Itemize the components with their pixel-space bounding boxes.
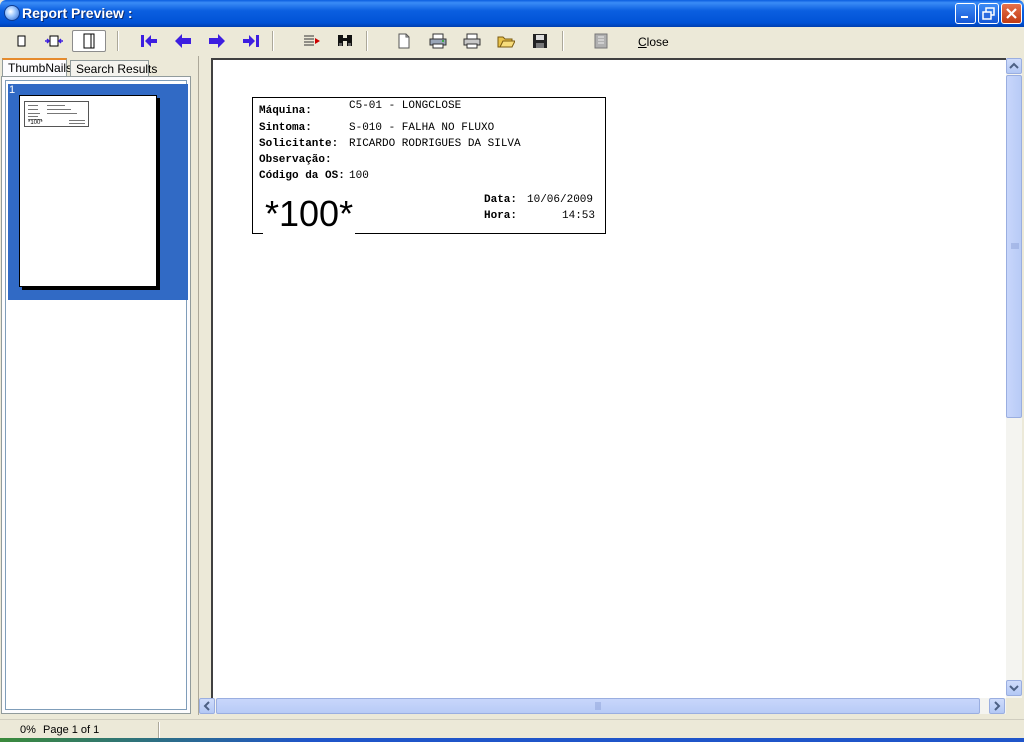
- label-maquina: Máquina:: [259, 105, 312, 117]
- printer-setup-button[interactable]: [427, 30, 449, 52]
- report-preview-window: Report Preview : Close ThumbNails Search…: [0, 0, 1024, 742]
- value-solicitante: RICARDO RODRIGUES DA SILVA: [349, 138, 521, 150]
- status-progress: 0%: [20, 724, 36, 736]
- app-icon: [4, 5, 20, 21]
- find-button[interactable]: [334, 30, 356, 52]
- scroll-left-button[interactable]: [199, 698, 215, 714]
- close-label-accel: C: [638, 35, 647, 49]
- restore-icon: [982, 7, 995, 20]
- label-codigo: Código da OS:: [259, 170, 345, 182]
- value-data: 10/06/2009: [527, 194, 594, 206]
- go-to-page-icon: [304, 35, 320, 46]
- save-icon: [533, 34, 547, 48]
- full-page-button[interactable]: [72, 30, 106, 52]
- print-button[interactable]: [461, 30, 483, 52]
- horizontal-scroll-thumb[interactable]: [216, 698, 980, 714]
- two-page-button[interactable]: [43, 30, 65, 52]
- tab-thumbnails[interactable]: ThumbNails: [2, 58, 72, 77]
- report-box: Máquina: C5-01 - LONGCLOSE Sintoma: S-01…: [252, 97, 606, 234]
- thumbnail-list[interactable]: 1 *100*: [5, 80, 188, 710]
- tab-search-results[interactable]: Search Results: [70, 60, 157, 77]
- window-title: Report Preview :: [22, 5, 133, 21]
- chevron-up-icon: [1009, 62, 1019, 69]
- grip-icon: [1011, 243, 1019, 249]
- page-width-icon: [17, 35, 26, 47]
- last-page-icon: [243, 35, 259, 47]
- chevron-down-icon: [1009, 685, 1019, 692]
- thumbnail-page[interactable]: *100*: [19, 95, 157, 287]
- page-width-button[interactable]: [10, 30, 32, 52]
- close-report-button[interactable]: Close: [638, 35, 669, 49]
- close-label: lose: [646, 35, 669, 49]
- label-sintoma: Sintoma:: [259, 122, 312, 134]
- close-icon: [1006, 8, 1017, 19]
- value-codigo: 100: [349, 170, 369, 182]
- grip-icon: [595, 702, 601, 710]
- title-bar[interactable]: Report Preview :: [0, 0, 1024, 27]
- restore-button[interactable]: [978, 3, 999, 24]
- barcode-text: *100*: [263, 193, 356, 234]
- minimize-button[interactable]: [955, 3, 976, 24]
- vertical-scrollbar[interactable]: [1006, 58, 1022, 698]
- two-page-icon: [45, 35, 63, 47]
- save-button[interactable]: [529, 30, 551, 52]
- page-setup-button[interactable]: [393, 30, 415, 52]
- printer-setup-icon: [429, 33, 447, 49]
- previous-page-button[interactable]: [172, 30, 194, 52]
- thumbnail-item[interactable]: 1 *100*: [8, 84, 188, 300]
- label-hora: Hora:: [484, 210, 518, 222]
- scroll-right-button[interactable]: [989, 698, 1005, 714]
- first-page-icon: [141, 35, 157, 47]
- thumbnail-report-box: *100*: [24, 101, 89, 127]
- value-maquina: C5-01 - LONGCLOSE: [349, 100, 462, 112]
- next-page-button[interactable]: [206, 30, 228, 52]
- next-page-icon: [209, 34, 225, 48]
- print-icon: [463, 33, 481, 49]
- page-setup-icon: [398, 33, 410, 49]
- chevron-left-icon: [203, 701, 210, 711]
- horizontal-scrollbar[interactable]: [199, 698, 1006, 714]
- label-observacao: Observação:: [259, 154, 332, 166]
- open-icon: [497, 36, 515, 48]
- scroll-down-button[interactable]: [1006, 680, 1022, 696]
- open-button[interactable]: [495, 30, 517, 52]
- export-button[interactable]: [590, 30, 612, 52]
- last-page-button[interactable]: [240, 30, 262, 52]
- toolbar: [0, 27, 1024, 56]
- status-page: Page 1 of 1: [43, 724, 100, 736]
- thumbnail-panel: 1 *100*: [1, 76, 191, 714]
- first-page-button[interactable]: [138, 30, 160, 52]
- thumbnail-page-number: 1: [9, 84, 16, 96]
- full-page-icon: [83, 33, 95, 49]
- label-solicitante: Solicitante:: [259, 138, 339, 150]
- minimize-icon: [961, 16, 968, 18]
- label-data: Data:: [484, 194, 518, 206]
- thumbnail-barcode: *100*: [28, 120, 43, 126]
- value-sintoma: S-010 - FALHA NO FLUXO: [349, 122, 495, 134]
- go-to-page-button[interactable]: [300, 30, 322, 52]
- vertical-scroll-thumb[interactable]: [1006, 75, 1022, 418]
- chevron-right-icon: [994, 701, 1001, 711]
- find-icon: [338, 35, 352, 46]
- close-window-button[interactable]: [1001, 3, 1022, 24]
- value-hora: 14:53: [562, 210, 596, 222]
- prev-page-icon: [175, 34, 191, 48]
- taskbar-edge: [0, 738, 1024, 742]
- export-icon: [594, 33, 608, 49]
- scroll-up-button[interactable]: [1006, 58, 1022, 74]
